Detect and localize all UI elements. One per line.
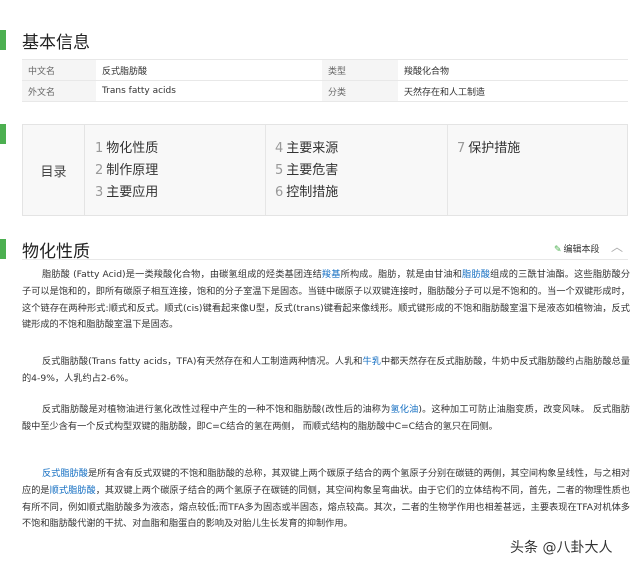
paragraph-text: 脂肪酸 (Fatty Acid)是一类羧酸化合物，由碳氢组成的烃类基团连结 [42,269,322,280]
inline-link[interactable]: 羧基 [322,269,341,280]
paragraph-1: 脂肪酸 (Fatty Acid)是一类羧酸化合物，由碳氢组成的烃类基团连结羧基所… [22,267,630,334]
info-value: 反式脂肪酸 [96,59,322,81]
catalog-column-2: 4 主要来源 5 主要危害 6 控制措施 [275,137,338,203]
info-key: 类型 [322,59,398,81]
catalog-num: 4 [275,141,284,156]
catalog-label: 目录 [23,125,85,215]
catalog-num: 7 [457,141,466,156]
catalog-column-1: 1 物化性质 2 制作原理 3 主要应用 [95,137,158,203]
chevron-up-icon[interactable]: ︿ [611,238,623,255]
catalog-item-4[interactable]: 4 主要来源 [275,137,338,159]
catalog-column-3: 7 保护措施 [457,137,520,159]
info-key: 分类 [322,80,398,102]
catalog-num: 1 [95,141,104,156]
catalog-item-6[interactable]: 6 控制措施 [275,181,338,203]
catalog-text: 保护措施 [468,141,521,156]
catalog-item-7[interactable]: 7 保护措施 [457,137,520,159]
pencil-icon: ✎ [554,245,562,255]
basic-info-title: 基本信息 [22,33,90,53]
basic-info-table: 中文名 反式脂肪酸 类型 羧酸化合物 外文名 Trans fatty acids… [22,59,628,102]
paragraph-text: ，其双键上两个碳原子结合的两个氢原子在碳链的同侧，其空间构象呈弯曲状。由于它们的… [22,484,631,530]
catalog-item-2[interactable]: 2 制作原理 [95,159,158,181]
info-value: 天然存在和人工制造 [398,80,628,102]
edit-label: 编辑本段 [563,245,600,255]
paragraph-text: 反式脂肪酸(Trans fatty acids，TFA)有天然存在和人工制造两种… [42,356,363,367]
inline-link[interactable]: 牛乳 [363,356,381,367]
catalog-text: 主要来源 [286,141,339,156]
section-marker [0,239,6,259]
catalog-item-1[interactable]: 1 物化性质 [95,137,158,159]
edit-section-button[interactable]: ✎ 编辑本段 [554,242,600,255]
section-marker [0,30,6,50]
catalog-text: 制作原理 [106,163,159,178]
paragraph-text: 所构成。脂肪，就是由甘油和 [340,269,463,280]
catalog-box: 目录 1 物化性质 2 制作原理 3 主要应用 4 主要来源 5 主要危害 6 控制措施 7… [22,124,628,216]
inline-link[interactable]: 氢化油 [390,404,418,415]
catalog-text: 主要应用 [106,185,159,200]
catalog-text: 控制措施 [286,185,339,200]
catalog-item-3[interactable]: 3 主要应用 [95,181,158,203]
catalog-num: 2 [95,163,104,178]
catalog-divider [447,125,448,215]
info-value: Trans fatty acids [96,80,322,102]
inline-link[interactable]: 脂肪酸 [462,269,490,280]
catalog-text: 主要危害 [286,163,339,178]
catalog-text: 物化性质 [106,141,159,156]
paragraph-3: 反式脂肪酸是对植物油进行氢化改性过程中产生的一种不饱和脂肪酸(改性后的油称为氢化… [22,402,630,436]
inline-link[interactable]: 顺式脂肪酸 [50,485,96,496]
paragraph-4: 反式脂肪酸是所有含有反式双键的不饱和脂肪酸的总称，其双键上两个碳原子结合的两个氢… [22,466,630,533]
info-key: 外文名 [22,80,96,102]
catalog-num: 3 [95,185,104,200]
info-value: 羧酸化合物 [398,59,628,81]
catalog-num: 6 [275,185,284,200]
catalog-num: 5 [275,163,284,178]
paragraph-text: 反式脂肪酸是对植物油进行氢化改性过程中产生的一种不饱和脂肪酸(改性后的油称为 [42,404,391,415]
table-row: 中文名 反式脂肪酸 类型 羧酸化合物 [22,59,628,81]
section-divider [22,259,628,260]
catalog-marker [0,124,6,144]
watermark: 头条 @八卦大人 [508,537,615,557]
inline-link[interactable]: 反式脂肪酸 [42,468,88,479]
table-row: 外文名 Trans fatty acids 分类 天然存在和人工制造 [22,80,628,102]
info-key: 中文名 [22,59,96,81]
catalog-item-5[interactable]: 5 主要危害 [275,159,338,181]
paragraph-2: 反式脂肪酸(Trans fatty acids，TFA)有天然存在和人工制造两种… [22,354,630,388]
catalog-divider [265,125,266,215]
